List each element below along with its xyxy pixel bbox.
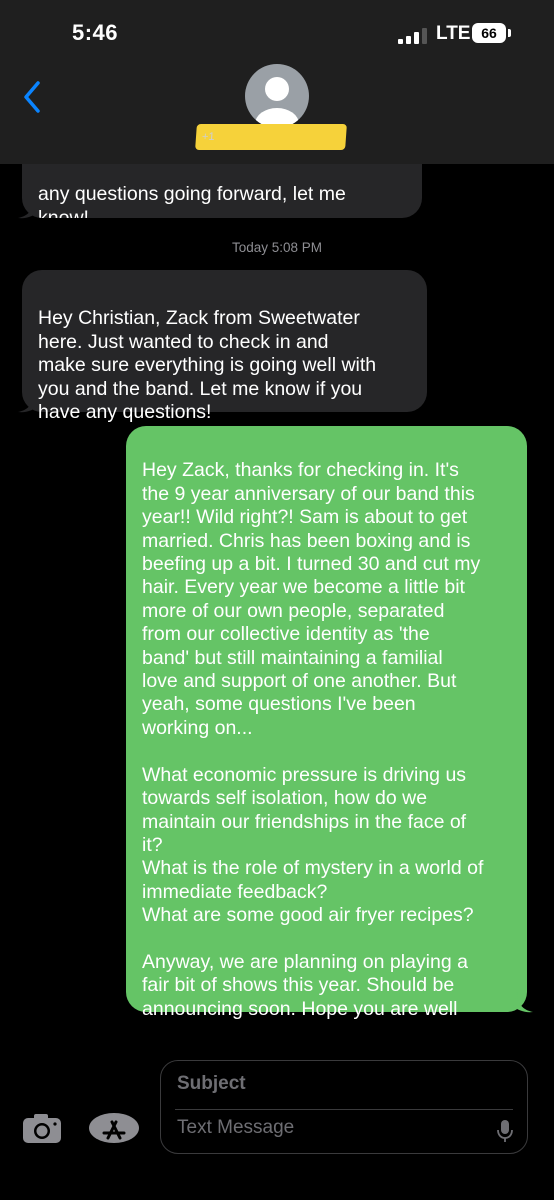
thread-timestamp: Today 5:08 PM	[231, 240, 323, 255]
app-store-icon[interactable]	[88, 1112, 140, 1144]
status-time: 5:46	[72, 20, 119, 45]
message-bubble-outgoing[interactable]: Hey Zack, thanks for checking in. It's t…	[126, 426, 527, 1020]
input-divider	[175, 1109, 513, 1110]
message-text: Hey Zack, thanks for checking in. It's t…	[142, 459, 484, 1020]
contact-name-text: +1	[201, 131, 215, 143]
contact-avatar[interactable]	[245, 64, 309, 128]
text-message-input[interactable]: Text Message	[177, 1117, 294, 1139]
message-text: any questions going forward, let me know…	[38, 183, 346, 218]
camera-icon[interactable]	[22, 1112, 62, 1144]
person-silhouette-icon	[255, 77, 299, 128]
network-type: LTE	[436, 23, 471, 44]
cellular-signal-icon	[398, 28, 427, 44]
bubble-tail	[513, 992, 533, 1013]
bubble-tail	[18, 392, 38, 413]
chevron-left-icon[interactable]	[22, 80, 42, 114]
message-bubble-incoming[interactable]: Hey Christian, Zack from Sweetwater here…	[22, 270, 427, 423]
status-bar: 5:46 LTE 66	[0, 0, 554, 66]
message-input-box[interactable]: Subject Text Message	[160, 1060, 528, 1154]
microphone-icon[interactable]	[497, 1119, 513, 1143]
contact-name[interactable]: +1	[195, 124, 347, 150]
battery-level: 66	[472, 23, 506, 43]
subject-input[interactable]: Subject	[177, 1073, 246, 1095]
battery-icon	[508, 29, 511, 37]
message-text: Hey Christian, Zack from Sweetwater here…	[38, 307, 377, 424]
